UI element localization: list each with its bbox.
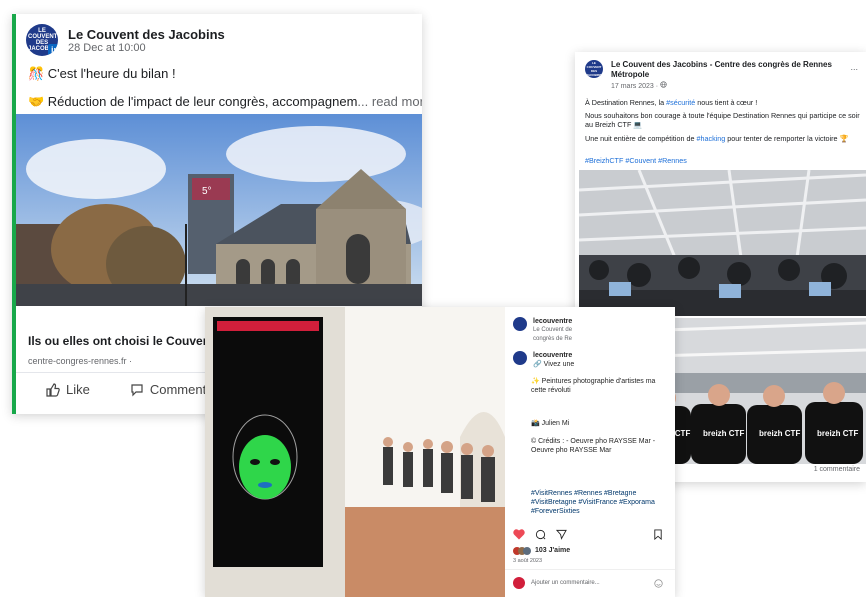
thumbs-up-icon — [46, 382, 60, 397]
caption-start: 🔗 Vivez une — [533, 361, 575, 368]
p3-text-a: Une nuit entière de compétition de — [585, 134, 697, 143]
company-avatar[interactable]: LE COUVENT DES JACOBINS in — [26, 24, 58, 56]
like-button[interactable]: Like — [46, 382, 90, 397]
link-domain: centre-congres-rennes.fr · — [28, 356, 133, 366]
hoodie-text-4: breizh CTF — [759, 429, 800, 438]
post-timestamp: 28 Dec at 10:00 — [68, 41, 146, 54]
comment-button[interactable]: Comment — [130, 382, 206, 397]
ig-header: lecouventre Le Couvent de congrès de Re — [513, 317, 572, 344]
read-more-link[interactable]: read more — [372, 94, 422, 109]
post-date: 3 août 2023 — [513, 558, 543, 564]
instagram-post-card: lecouventre Le Couvent de congrès de Re … — [205, 307, 675, 597]
post-paragraph-3: Une nuit entière de compétition de #hack… — [585, 134, 860, 143]
linkedin-icon: in — [48, 44, 58, 56]
like-count: 103 J'aime — [535, 547, 571, 554]
ellipsis: ... — [357, 94, 369, 109]
caption-account[interactable]: lecouventre — [533, 351, 574, 360]
account-avatar[interactable] — [513, 317, 527, 331]
church-photo[interactable]: 5° — [16, 114, 422, 306]
liker-avatars — [513, 546, 531, 555]
hackathon-hall-photo[interactable] — [579, 170, 866, 316]
action-bar: Like Comment — [46, 382, 206, 397]
comment-icon[interactable] — [535, 529, 546, 540]
post-line-2: 🤝 Réduction de l'impact de leur congrès,… — [28, 94, 422, 110]
p1-text-a: À Destination Rennes, la — [585, 98, 667, 107]
hall-photo-illustration — [579, 170, 866, 316]
ig-caption-header: lecouventre 🔗 Vivez une — [513, 351, 574, 369]
globe-icon — [660, 81, 667, 88]
caption-paragraph: ✨ Peintures photographie d'artistes ma c… — [531, 378, 656, 394]
instagram-sidebar: lecouventre Le Couvent de congrès de Re … — [505, 307, 675, 597]
link-title[interactable]: Ils ou elles ont choisi le Couvent d — [28, 334, 225, 348]
comment-label: Comment — [149, 382, 207, 397]
caption-credits: © Crédits : - Oeuvre pho RAYSSE Mar - Oe… — [531, 438, 656, 454]
comment-icon — [131, 383, 143, 396]
avatar-text: LE COUVENT DES JACOBINS — [586, 61, 602, 77]
account-subtitle-1: Le Couvent de — [533, 327, 573, 333]
caption-hashtags[interactable]: #VisitRennes #Rennes #Bretagne #VisitBre… — [531, 489, 669, 516]
post-header: LE COUVENT DES JACOBINS Le Couvent des J… — [585, 60, 851, 90]
author-name[interactable]: Le Couvent des Jacobins - Centre des con… — [611, 60, 851, 80]
post-paragraph-2: Nous souhaitons bon courage à toute l'éq… — [585, 111, 860, 129]
ig-likes[interactable]: 103 J'aime — [513, 546, 570, 555]
hoodie-text-5: breizh CTF — [817, 429, 858, 438]
exhibition-photo[interactable] — [205, 307, 505, 597]
page-avatar[interactable]: LE COUVENT DES JACOBINS — [585, 60, 603, 78]
comment-input[interactable]: Ajouter un commentaire... — [531, 579, 600, 588]
exhibition-photo-illustration — [205, 307, 505, 597]
post-hashtags[interactable]: #BreizhCTF #Couvent #Rennes — [585, 156, 860, 165]
account-subtitle-2: congrès de Re — [533, 336, 573, 342]
post-line-1: 🎊 C'est l'heure du bilan ! — [28, 66, 176, 81]
church-photo-illustration: 5° — [16, 114, 422, 306]
divider — [505, 569, 675, 570]
ig-action-bar — [513, 529, 663, 540]
like-label: Like — [66, 382, 90, 397]
post-date: 17 mars 2023 · — [611, 83, 659, 90]
bookmark-icon[interactable] — [653, 529, 663, 540]
user-avatar — [513, 577, 525, 589]
caption-avatar[interactable] — [513, 351, 527, 365]
comment-composer: Ajouter un commentaire... — [513, 577, 663, 589]
caption-credit-name: 📸 Julien Mi — [531, 420, 570, 427]
author-name[interactable]: Le Couvent des Jacobins — [68, 27, 225, 42]
hashtag-securite[interactable]: #sécurité — [666, 98, 695, 107]
share-icon[interactable] — [556, 529, 567, 540]
comment-count[interactable]: 1 commentaire — [814, 466, 860, 474]
post-line-2-text: 🤝 Réduction de l'impact de leur congrès,… — [28, 94, 358, 109]
emoji-icon[interactable] — [654, 578, 663, 588]
p3-text-b: pour tenter de remporter la victoire 🏆 — [725, 134, 849, 143]
hoodie-text-3: breizh CTF — [703, 429, 744, 438]
tower-sign-text: 5° — [202, 186, 212, 197]
p1-text-b: nous tient à cœur ! — [695, 98, 758, 107]
post-timestamp: 17 mars 2023 · — [611, 81, 851, 90]
heart-icon[interactable] — [513, 529, 525, 540]
more-options-button[interactable]: ... — [850, 62, 858, 72]
account-name[interactable]: lecouventre — [533, 317, 572, 326]
post-header: LE COUVENT DES JACOBINS in Le Couvent de… — [26, 24, 225, 56]
hashtag-hacking[interactable]: #hacking — [696, 134, 725, 143]
post-paragraph-1: À Destination Rennes, la #sécurité nous … — [585, 98, 860, 107]
